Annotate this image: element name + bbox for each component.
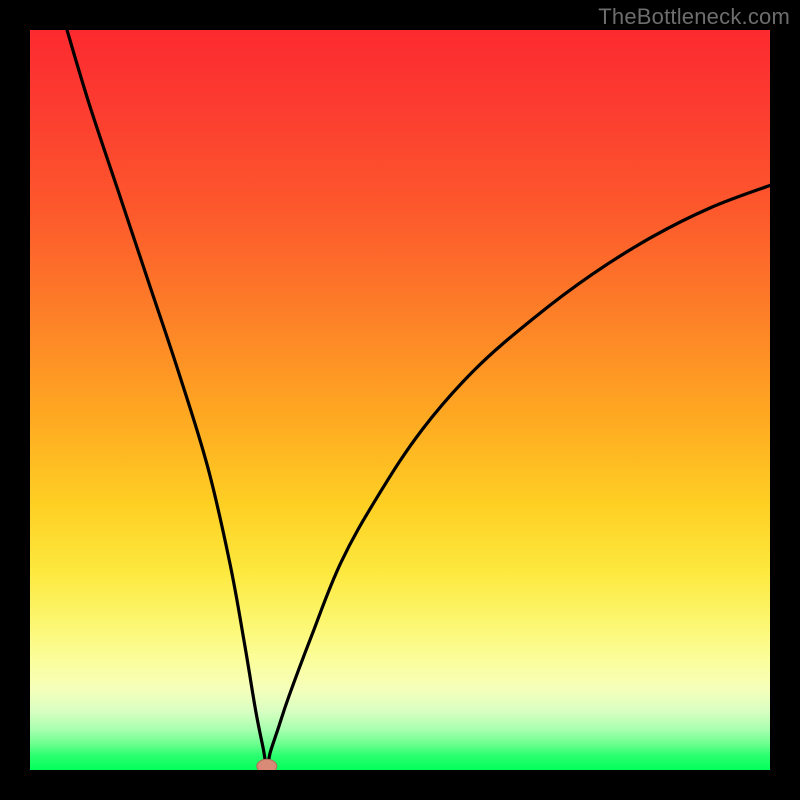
chart-frame: TheBottleneck.com (0, 0, 800, 800)
plot-area (30, 30, 770, 770)
watermark-text: TheBottleneck.com (598, 4, 790, 30)
minimum-marker (257, 759, 277, 770)
marker-layer (30, 30, 770, 770)
